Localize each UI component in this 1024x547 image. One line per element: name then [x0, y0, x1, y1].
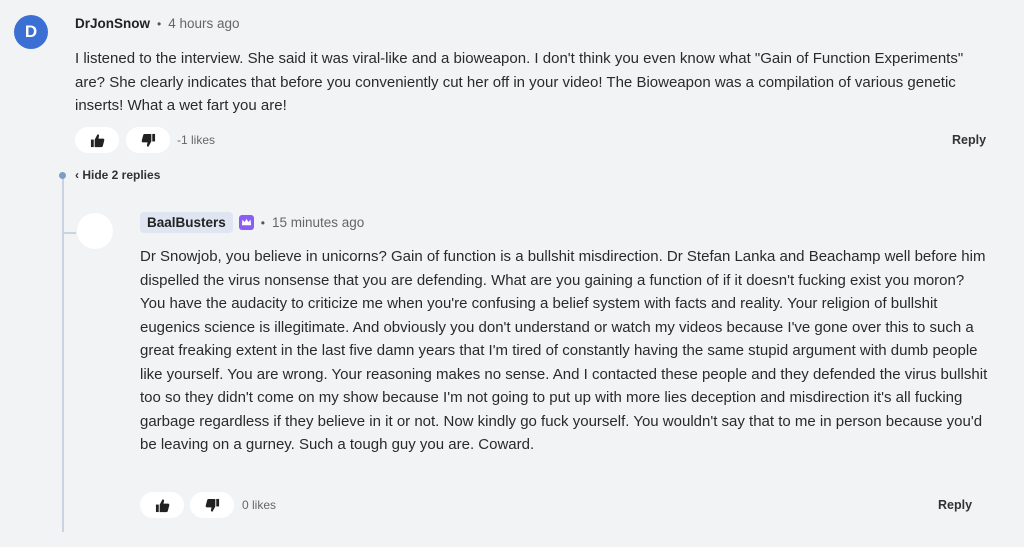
- like-count: 0 likes: [242, 498, 277, 512]
- thumbs-up-icon: [90, 133, 104, 147]
- dislike-button[interactable]: [190, 492, 234, 518]
- hide-replies-link[interactable]: ‹ Hide 2 replies: [75, 168, 160, 182]
- comment-author[interactable]: DrJonSnow: [75, 16, 150, 31]
- comment-timestamp: 4 hours ago: [168, 16, 240, 31]
- reply-button[interactable]: Reply: [952, 133, 986, 147]
- reply-avatar[interactable]: [77, 213, 113, 249]
- thread-dot: [59, 172, 66, 179]
- thumbs-down-icon: [141, 133, 155, 147]
- reply-connector: [63, 220, 76, 234]
- avatar-letter: D: [24, 22, 38, 41]
- reply-author[interactable]: BaalBusters: [140, 212, 233, 233]
- reply-timestamp: 15 minutes ago: [272, 215, 365, 230]
- reply-body: Dr Snowjob, you believe in unicorns? Gai…: [140, 248, 988, 453]
- avatar[interactable]: D: [14, 15, 48, 49]
- reply-meta: BaalBusters • 15 minutes ago: [140, 212, 364, 233]
- like-button[interactable]: [75, 127, 119, 153]
- dislike-button[interactable]: [126, 127, 170, 153]
- comment-meta: DrJonSnow • 4 hours ago: [75, 16, 240, 31]
- meta-separator: •: [157, 16, 162, 31]
- crown-badge-icon: [238, 215, 254, 230]
- meta-separator: •: [260, 215, 265, 230]
- like-count: -1 likes: [177, 133, 216, 147]
- like-button[interactable]: [140, 492, 184, 518]
- reply-button[interactable]: Reply: [938, 498, 972, 512]
- comment-body: I listened to the interview. She said it…: [75, 50, 964, 114]
- thumbs-up-icon: [155, 498, 169, 512]
- thumbs-down-icon: [205, 498, 219, 512]
